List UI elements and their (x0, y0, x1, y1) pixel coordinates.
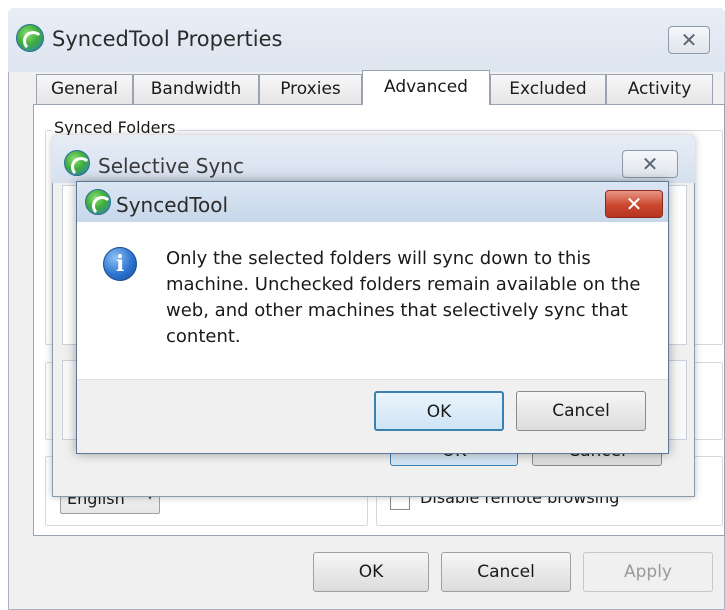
apply-button[interactable]: Apply (583, 552, 713, 592)
ok-button[interactable]: OK (313, 552, 429, 592)
close-icon[interactable]: ✕ (605, 190, 663, 218)
tab-bandwidth[interactable]: Bandwidth (133, 74, 259, 104)
tab-general[interactable]: General (36, 74, 133, 104)
message-ok-button[interactable]: OK (374, 391, 504, 431)
app-logo-icon (64, 150, 91, 177)
selective-sync-title: Selective Sync (98, 154, 244, 178)
info-icon: i (103, 247, 137, 281)
window-title: SyncedTool Properties (52, 27, 283, 51)
app-logo-icon (16, 24, 44, 52)
cancel-button[interactable]: Cancel (441, 552, 571, 592)
close-icon[interactable]: ✕ (668, 26, 710, 54)
close-icon[interactable]: ✕ (622, 150, 678, 178)
message-text: Only the selected folders will sync down… (166, 248, 641, 347)
tab-advanced[interactable]: Advanced (362, 70, 490, 105)
tab-activity[interactable]: Activity (606, 74, 713, 104)
app-logo-icon (85, 189, 112, 216)
message-box-title: SyncedTool (116, 193, 229, 217)
tab-proxies[interactable]: Proxies (259, 74, 362, 104)
message-cancel-button[interactable]: Cancel (516, 391, 646, 431)
tab-excluded[interactable]: Excluded (490, 74, 606, 104)
